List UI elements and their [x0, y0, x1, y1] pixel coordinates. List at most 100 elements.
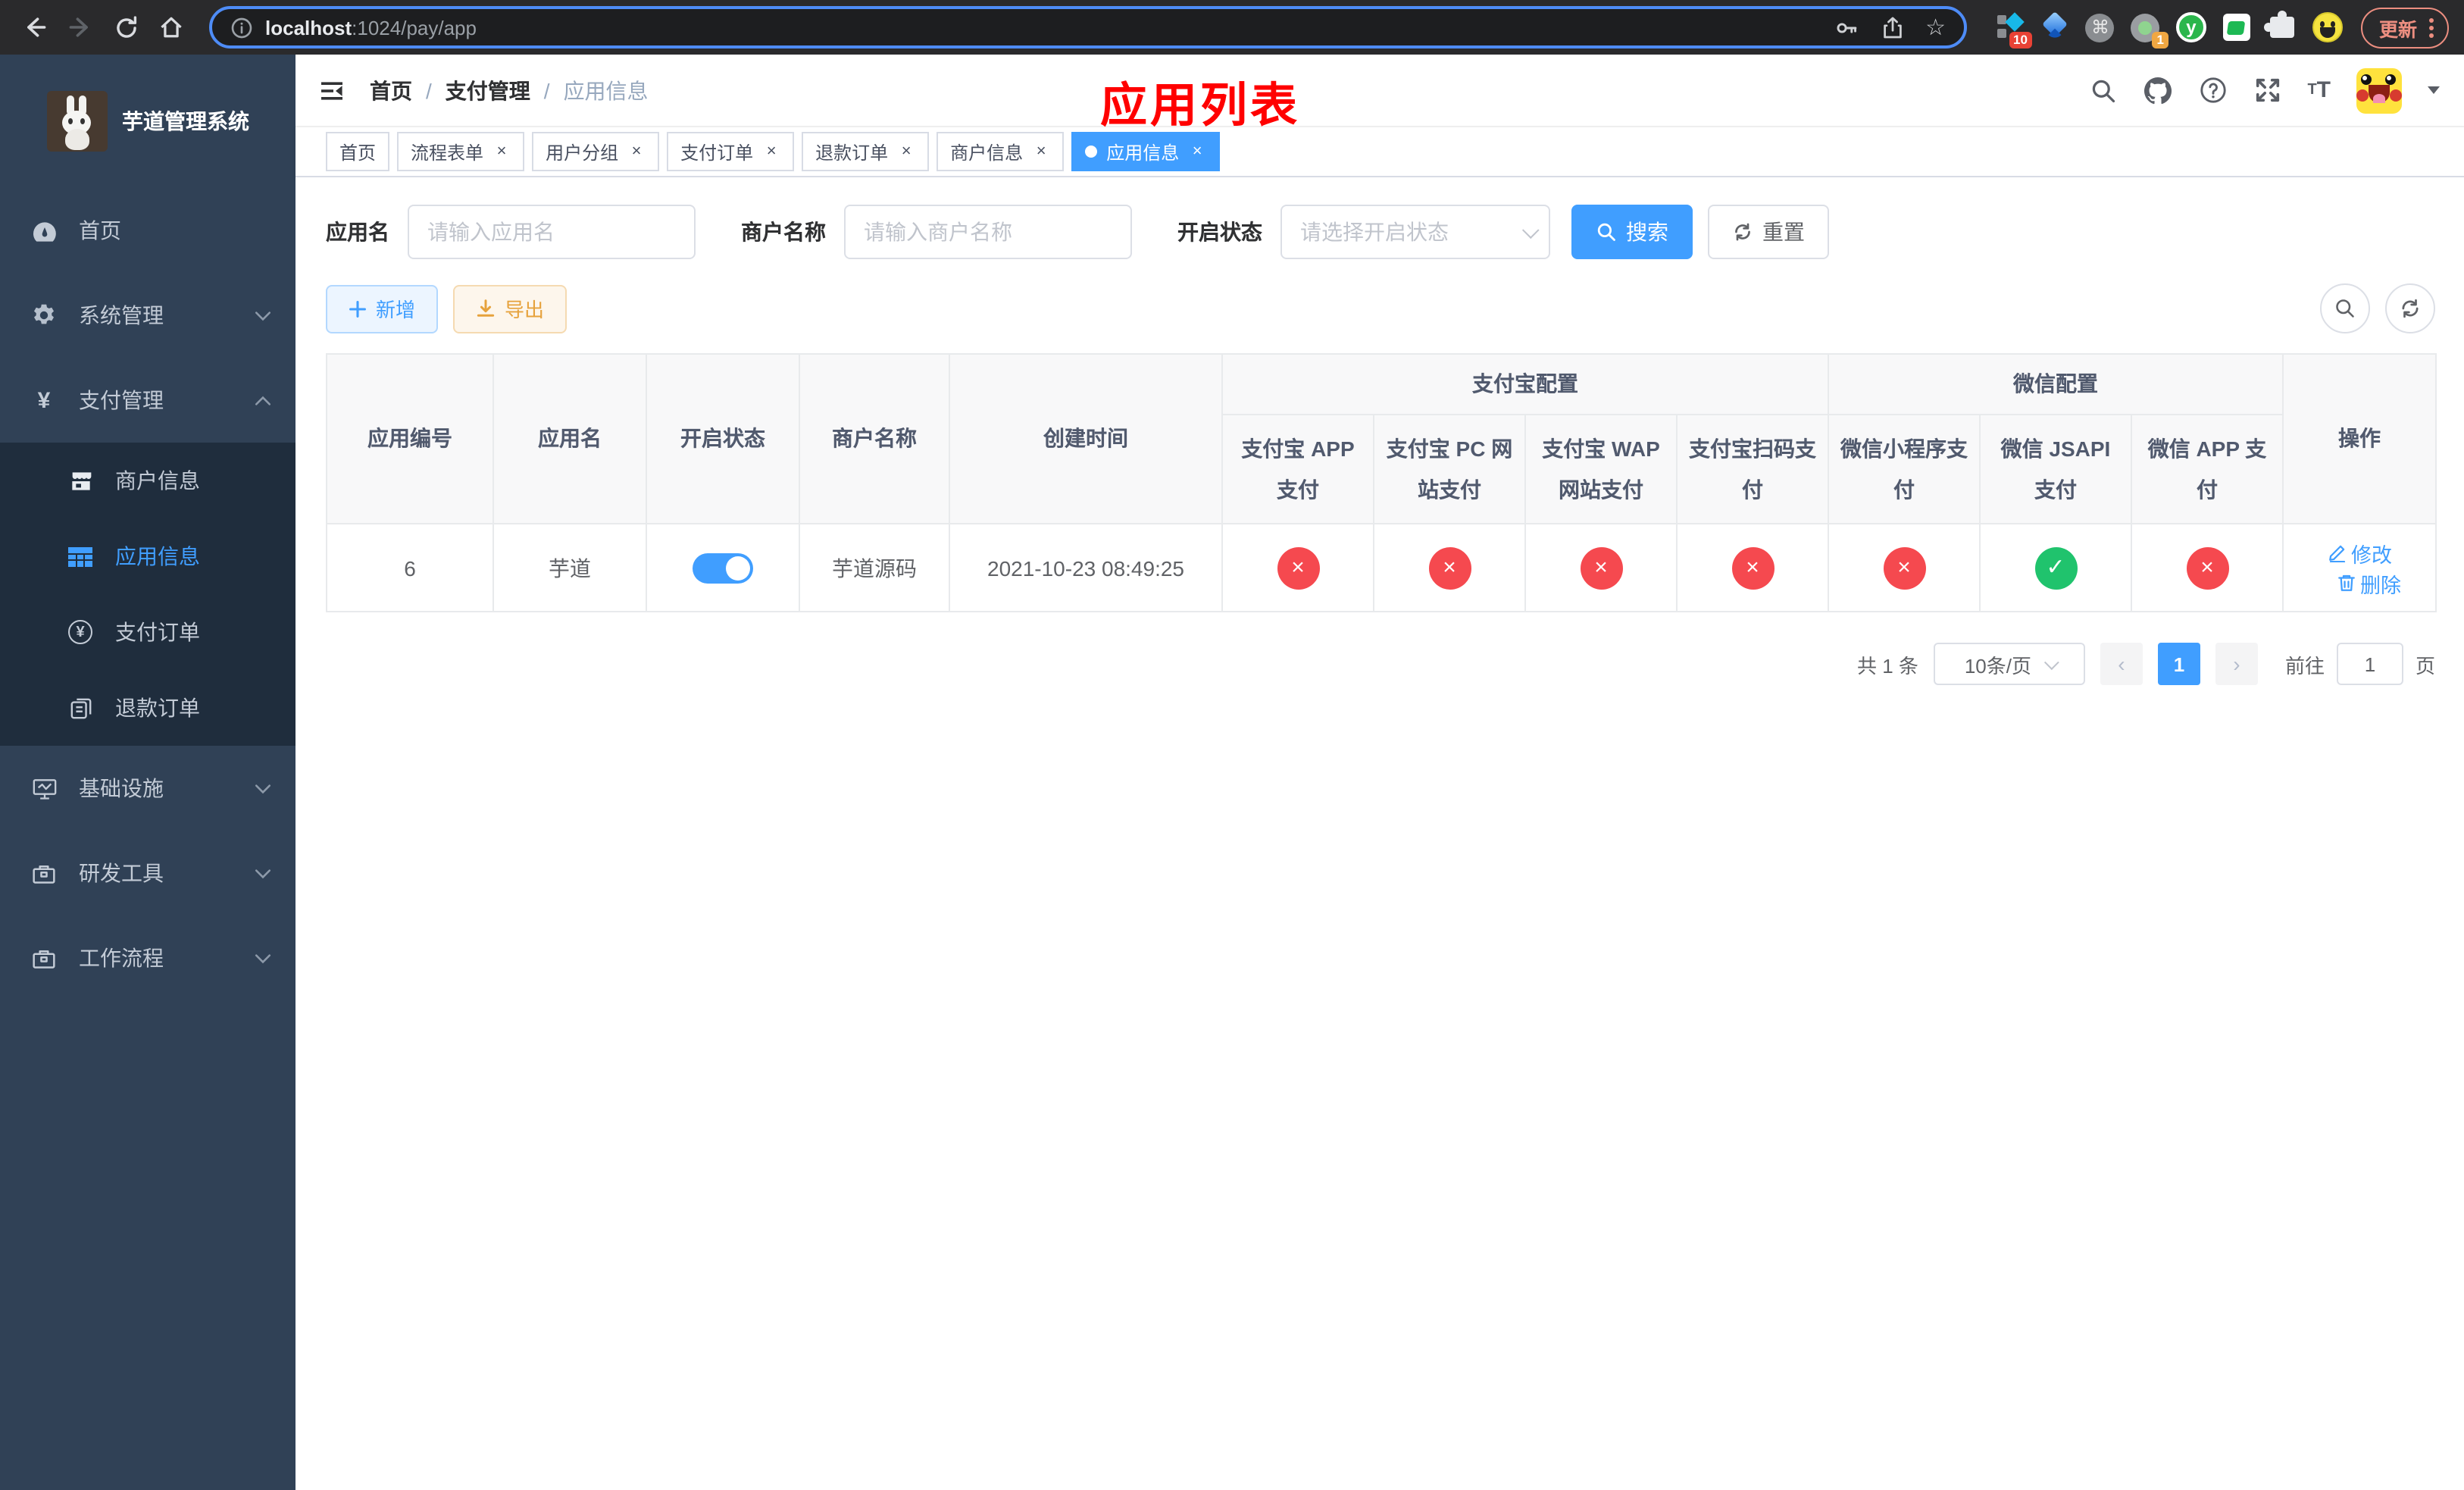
sidebar-item-label: 支付订单 — [115, 620, 200, 644]
tab-process-form[interactable]: 流程表单 × — [397, 132, 525, 171]
user-menu-caret-icon[interactable] — [2428, 86, 2440, 100]
search-icon[interactable] — [2089, 77, 2116, 104]
sidebar-item-app-info[interactable]: 应用信息 — [0, 518, 295, 594]
breadcrumb-separator: / — [543, 78, 550, 102]
yen-icon: ¥ — [37, 387, 51, 413]
extension-gem-icon[interactable] — [2040, 11, 2070, 42]
status-toggle[interactable] — [693, 552, 753, 583]
github-icon[interactable] — [2142, 75, 2172, 105]
forward-icon[interactable] — [61, 8, 100, 47]
chrome-menu-icon[interactable] — [2429, 17, 2434, 37]
sidebar-item-label: 支付管理 — [79, 388, 164, 412]
share-icon[interactable] — [1880, 14, 1904, 40]
tab-refund-order[interactable]: 退款订单 × — [802, 132, 930, 171]
sidebar-collapse-icon[interactable] — [318, 77, 346, 104]
sidebar-item-payment[interactable]: ¥ 支付管理 — [0, 358, 295, 443]
shop-icon — [67, 469, 94, 492]
export-button[interactable]: 导出 — [453, 284, 568, 333]
reload-icon[interactable] — [106, 8, 145, 47]
site-info-icon[interactable] — [230, 16, 253, 39]
extension-y-icon[interactable]: y — [2175, 12, 2206, 42]
sidebar-item-label: 首页 — [79, 218, 121, 243]
add-button[interactable]: 新增 — [326, 284, 439, 333]
tab-label: 流程表单 — [411, 142, 484, 163]
extension-chat-icon[interactable] — [2222, 12, 2252, 42]
pagination: 共 1 条 10条/页 ‹ 1 › 前往 页 — [326, 643, 2435, 685]
sidebar-item-pay-order[interactable]: ¥ 支付订单 — [0, 594, 295, 670]
sidebar: 芋道管理系统 首页 系统管理 ¥ 支付管理 商户信息 应用信息 ¥ 支付订单 退… — [0, 55, 295, 1490]
font-size-icon[interactable]: TT — [2307, 77, 2331, 103]
group-header-wechat: 微信配置 — [1828, 353, 2284, 415]
tab-merchant-info[interactable]: 商户信息 × — [937, 132, 1065, 171]
tab-close-icon[interactable]: × — [897, 142, 915, 161]
status-cross-icon: × — [1277, 546, 1319, 589]
col-header-created: 创建时间 — [949, 353, 1223, 524]
reset-button-label: 重置 — [1762, 220, 1805, 244]
chevron-down-icon — [255, 310, 271, 321]
toolbox-icon — [30, 862, 58, 884]
col-header-status: 开启状态 — [646, 353, 800, 524]
user-avatar[interactable] — [2356, 67, 2402, 113]
cell-alipay-wap: × — [1524, 523, 1678, 612]
status-cross-icon: × — [1428, 546, 1471, 589]
delete-link[interactable]: 删除 — [2336, 568, 2401, 598]
home-icon[interactable] — [152, 8, 191, 47]
back-icon[interactable] — [15, 8, 55, 47]
cell-app-name: 芋道 — [492, 523, 647, 612]
tab-close-icon[interactable]: × — [627, 142, 646, 161]
sidebar-item-refund-order[interactable]: 退款订单 — [0, 670, 295, 746]
refresh-icon[interactable] — [2385, 283, 2435, 333]
status-select[interactable]: 请选择开启状态 — [1280, 205, 1550, 259]
edit-link[interactable]: 修改 — [2327, 537, 2392, 568]
tab-pay-order[interactable]: 支付订单 × — [667, 132, 795, 171]
sidebar-item-merchant-info[interactable]: 商户信息 — [0, 443, 295, 518]
app-name-input[interactable] — [408, 205, 696, 259]
cell-alipay-pc: × — [1373, 523, 1526, 612]
chrome-update-button[interactable]: 更新 — [2360, 7, 2449, 48]
breadcrumb-home[interactable]: 首页 — [370, 75, 412, 105]
search-button[interactable]: 搜索 — [1571, 205, 1693, 259]
password-key-icon[interactable] — [1833, 14, 1859, 40]
tab-close-icon[interactable]: × — [1188, 142, 1206, 161]
tab-close-icon[interactable]: × — [1032, 142, 1050, 161]
sidebar-item-infrastructure[interactable]: 基础设施 — [0, 746, 295, 831]
sidebar-item-dev-tools[interactable]: 研发工具 — [0, 831, 295, 916]
col-header-actions: 操作 — [2282, 353, 2437, 524]
extension-command-icon[interactable]: ⌘ — [2085, 12, 2115, 42]
sidebar-item-system[interactable]: 系统管理 — [0, 273, 295, 358]
browser-toolbar: localhost:1024/pay/app ☆ 10 ⌘ 1 y 更新 — [0, 0, 2464, 55]
tab-app-info[interactable]: 应用信息 × — [1071, 132, 1221, 171]
app-logo[interactable]: 芋道管理系统 — [0, 55, 295, 188]
sidebar-item-workflow[interactable]: 工作流程 — [0, 916, 295, 1000]
search-form: 应用名 商户名称 开启状态 请选择开启状态 搜索 重置 — [326, 205, 2435, 259]
tab-close-icon[interactable]: × — [492, 142, 511, 161]
chevron-up-icon — [255, 395, 271, 405]
cell-status — [646, 523, 800, 612]
address-bar[interactable]: localhost:1024/pay/app ☆ — [209, 6, 1967, 49]
profile-emoji-icon[interactable] — [2312, 12, 2343, 42]
tab-close-icon[interactable]: × — [762, 142, 780, 161]
briefcase-icon — [30, 947, 58, 969]
breadcrumb-payment[interactable]: 支付管理 — [446, 75, 530, 105]
prev-page-button[interactable]: ‹ — [2100, 643, 2143, 685]
tab-user-group[interactable]: 用户分组 × — [532, 132, 660, 171]
goto-page-input[interactable] — [2336, 643, 2403, 685]
page-size-select[interactable]: 10条/页 — [1933, 643, 2085, 685]
sidebar-item-label: 基础设施 — [79, 776, 164, 800]
reset-button[interactable]: 重置 — [1708, 205, 1829, 259]
merchant-name-input[interactable] — [844, 205, 1132, 259]
extension-pinned-icon[interactable]: 10 — [1994, 12, 2032, 49]
extensions-puzzle-icon[interactable] — [2263, 11, 2297, 42]
table-toolbar: 新增 导出 — [326, 283, 2435, 333]
page-number-button[interactable]: 1 — [2157, 643, 2200, 685]
extension-recorder-icon[interactable]: 1 — [2131, 12, 2169, 49]
help-icon[interactable] — [2198, 76, 2227, 105]
next-page-button[interactable]: › — [2215, 643, 2258, 685]
tab-home[interactable]: 首页 — [326, 132, 390, 171]
fullscreen-icon[interactable] — [2253, 76, 2281, 105]
status-cross-icon: × — [1731, 546, 1774, 589]
sidebar-item-home[interactable]: 首页 — [0, 188, 295, 273]
bookmark-star-icon[interactable]: ☆ — [1925, 16, 1946, 39]
toggle-search-icon[interactable] — [2320, 283, 2370, 333]
delete-link-label: 删除 — [2360, 574, 2401, 596]
